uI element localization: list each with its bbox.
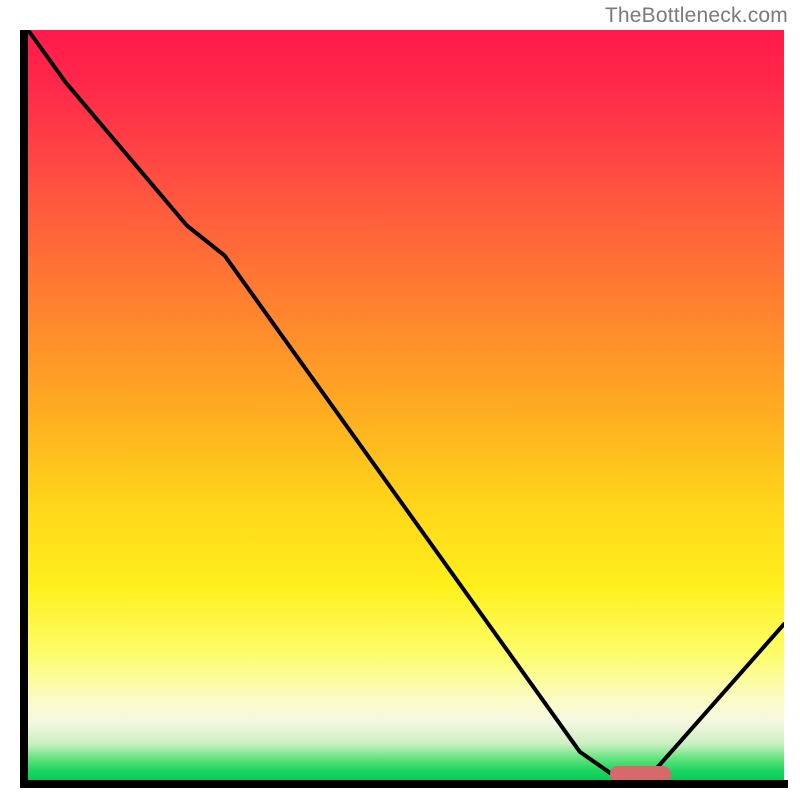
- x-axis: [20, 780, 788, 788]
- watermark-text: TheBottleneck.com: [605, 4, 788, 28]
- chart-plot-area: [28, 30, 784, 782]
- chart-curve: [28, 30, 784, 782]
- y-axis: [20, 30, 28, 782]
